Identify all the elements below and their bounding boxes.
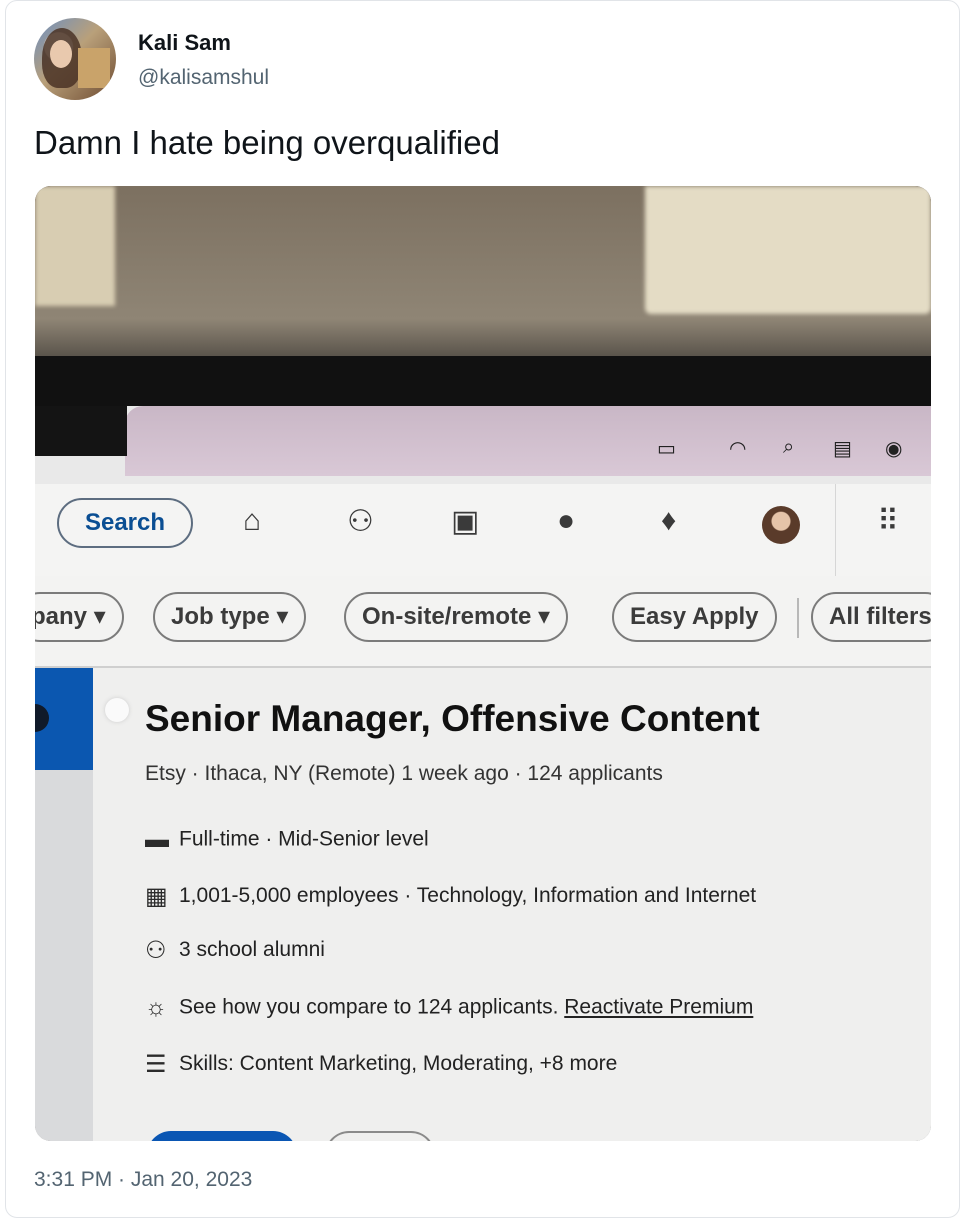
easy-apply-filter[interactable]: Easy Apply (612, 592, 777, 642)
checklist-icon: ☰ (145, 1051, 167, 1078)
nav-divider (835, 484, 836, 576)
on-site-remote-filter[interactable]: On-site/remote ▾ (344, 592, 569, 642)
save-button[interactable] (325, 1131, 435, 1141)
control-center-icon: ▤ (833, 438, 852, 460)
company-logo-dot (105, 698, 129, 722)
job-meta: Etsy · Ithaca, NY (Remote) 1 week ago · … (145, 762, 663, 785)
job-row-text: See how you compare to 124 applicants. (179, 995, 559, 1019)
job-row-skills: ☰ Skills: Content Marketing, Moderating, … (145, 1050, 617, 1079)
all-filters-button[interactable]: All filters (811, 592, 931, 642)
user-avatar[interactable] (34, 18, 116, 100)
tweet-text: Damn I hate being overqualified (34, 124, 500, 161)
mac-menubar: ▭ ◠ ⌕ ▤ ◉ (125, 406, 931, 476)
company-filter[interactable]: pany ▾ (35, 592, 124, 642)
filter-bar: pany ▾ Job type ▾ On-site/remote ▾ Easy … (35, 576, 931, 668)
job-row-premium: ☼ See how you compare to 124 applicants. … (145, 994, 753, 1022)
job-row-type: ▬ Full-time · Mid-Senior level (145, 826, 429, 854)
jobs-icon[interactable]: ▣ (451, 504, 479, 539)
avatar-face (50, 40, 72, 68)
messaging-icon[interactable]: ● (557, 504, 575, 538)
tweet-photo[interactable]: ▭ ◠ ⌕ ▤ ◉ Search ⌂ ⚇ ▣ ● ♦ ⠿ pany ▾ Job … (35, 186, 931, 1141)
reactivate-premium-link[interactable]: Reactivate Premium (564, 996, 753, 1019)
job-row-text: Skills: Content Marketing, Moderating, +… (179, 1052, 618, 1076)
search-icon: ⌕ (783, 436, 795, 458)
filter-separator (797, 598, 799, 638)
search-button[interactable]: Search (57, 498, 193, 548)
notifications-icon[interactable]: ♦ (661, 504, 676, 538)
home-icon[interactable]: ⌂ (243, 504, 261, 538)
job-row-text: 3 school alumni (179, 938, 325, 962)
battery-charging-icon: ▭ (657, 438, 676, 460)
display-name[interactable]: Kali Sam (138, 30, 231, 56)
cabinet-right (645, 186, 931, 314)
bezel-corner (35, 406, 127, 456)
job-type-filter[interactable]: Job type ▾ (153, 592, 307, 642)
job-row-text: Full-time · Mid-Senior level (179, 827, 429, 851)
laptop-screen: ▭ ◠ ⌕ ▤ ◉ Search ⌂ ⚇ ▣ ● ♦ ⠿ pany ▾ Job … (35, 406, 931, 1141)
profile-avatar[interactable] (762, 506, 800, 544)
apply-button[interactable] (147, 1131, 297, 1141)
job-title[interactable]: Senior Manager, Offensive Content (145, 698, 760, 740)
building-icon: ▦ (145, 883, 168, 910)
briefcase-icon: ▬ (145, 826, 169, 853)
tweet-timestamp[interactable]: 3:31 PM · Jan 20, 2023 (34, 1168, 252, 1192)
my-network-icon[interactable]: ⚇ (347, 504, 374, 539)
cabinet-left (35, 186, 115, 306)
photo-background (35, 186, 931, 376)
wifi-icon: ◠ (729, 438, 747, 460)
job-row-company-size: ▦ 1,001-5,000 employees · Technology, Inf… (145, 882, 756, 911)
siri-icon: ◉ (885, 438, 903, 460)
job-row-text: 1,001-5,000 employees · Technology, Info… (179, 884, 757, 908)
job-row-alumni: ⚇ 3 school alumni (145, 936, 325, 965)
apps-grid-icon[interactable]: ⠿ (877, 504, 899, 539)
linkedin-navbar: Search ⌂ ⚇ ▣ ● ♦ ⠿ (35, 484, 931, 577)
user-handle[interactable]: @kalisamshul (138, 66, 269, 90)
avatar-background (78, 48, 110, 88)
lightbulb-icon: ☼ (145, 994, 167, 1021)
people-icon: ⚇ (145, 937, 167, 964)
